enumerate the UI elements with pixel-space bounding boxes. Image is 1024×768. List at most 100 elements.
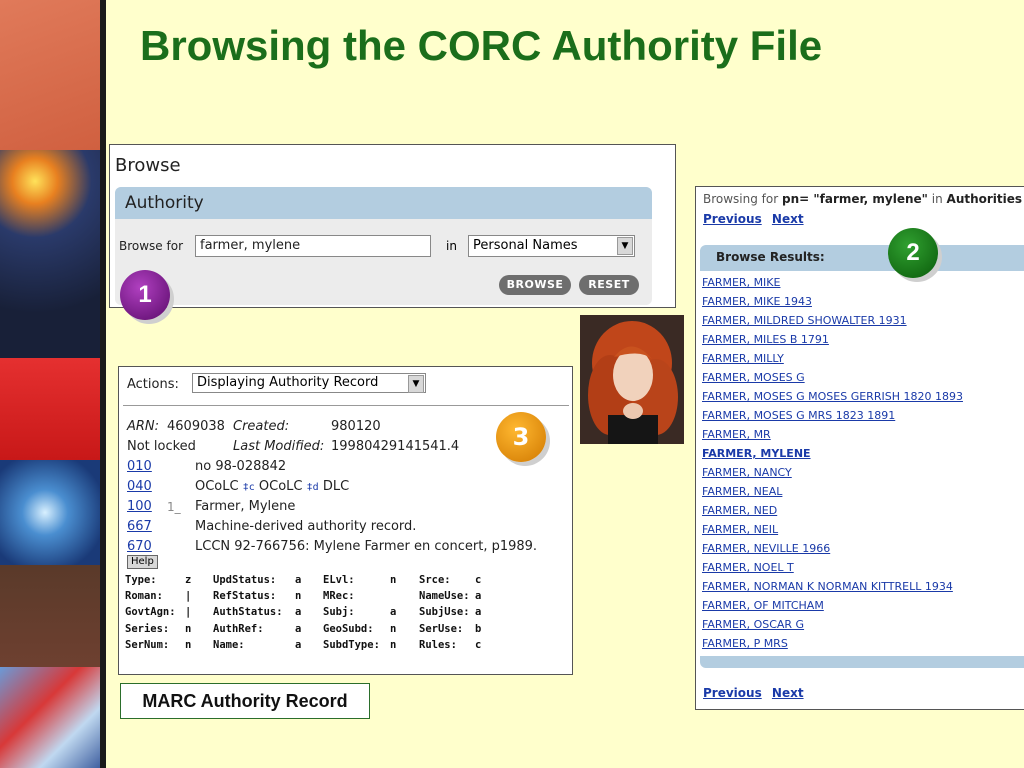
result-link[interactable]: FARMER, NANCY bbox=[702, 466, 963, 485]
fixed-field-value: | bbox=[185, 590, 192, 603]
fixed-field-label: Series: bbox=[125, 622, 170, 635]
browse-panel: Browse Authority Browse for farmer, myle… bbox=[109, 144, 676, 308]
result-link[interactable]: FARMER, NEIL bbox=[702, 523, 963, 542]
last-modified-label: Last Modified: bbox=[233, 439, 325, 454]
result-link[interactable]: FARMER, OF MITCHAM bbox=[702, 599, 963, 618]
browse-button[interactable]: BROWSE bbox=[499, 275, 571, 295]
fixed-field-value: a bbox=[295, 606, 302, 619]
fixed-field-label: Type: bbox=[125, 574, 157, 586]
actions-select[interactable]: Displaying Authority Record ▼ bbox=[192, 373, 426, 393]
browse-for-label: Browse for bbox=[119, 239, 184, 253]
fixed-field-label: GovtAgn: bbox=[125, 606, 176, 619]
browsing-for-label: Browsing for bbox=[703, 192, 779, 206]
results-nav-bottom: Previous Next bbox=[703, 686, 810, 700]
fixed-field-value: b bbox=[475, 622, 482, 635]
result-link[interactable]: FARMER, NORMAN K NORMAN KITTRELL 1934 bbox=[702, 580, 963, 599]
chevron-down-icon[interactable]: ▼ bbox=[408, 375, 424, 393]
subfield-c: OCoLC bbox=[258, 479, 303, 494]
authority-record-panel: Actions: Displaying Authority Record ▼ A… bbox=[118, 366, 573, 675]
lock-status: Not locked bbox=[127, 439, 196, 454]
result-link[interactable]: FARMER, MYLENE bbox=[702, 447, 963, 466]
fixed-field-label: Roman: bbox=[125, 590, 163, 603]
field-tag-link[interactable]: 667 bbox=[127, 517, 152, 537]
field-indicators: 1_ bbox=[167, 500, 181, 514]
fixed-field-value: n bbox=[295, 590, 302, 603]
fixed-field-value: c bbox=[475, 574, 482, 586]
actions-label: Actions: bbox=[127, 377, 179, 392]
fixed-field-label: SubjUse: bbox=[419, 606, 470, 619]
result-link[interactable]: FARMER, NED bbox=[702, 504, 963, 523]
result-link[interactable]: FARMER, MILDRED SHOWALTER 1931 bbox=[702, 314, 963, 333]
created-value: 980120 bbox=[331, 419, 381, 434]
fixed-field-value: a bbox=[295, 574, 302, 586]
field-value: Farmer, Mylene bbox=[195, 499, 296, 514]
result-link[interactable]: FARMER, MIKE 1943 bbox=[702, 295, 963, 314]
fixed-field-label: RefStatus: bbox=[213, 590, 277, 603]
fixed-field-value: a bbox=[295, 638, 302, 651]
chevron-down-icon[interactable]: ▼ bbox=[617, 237, 633, 255]
fixed-field-label: Subj: bbox=[323, 606, 355, 619]
result-link[interactable]: FARMER, NEAL bbox=[702, 485, 963, 504]
next-link[interactable]: Next bbox=[772, 686, 804, 700]
browse-for-input[interactable]: farmer, mylene bbox=[195, 235, 431, 257]
result-link[interactable]: FARMER, MIKE bbox=[702, 276, 963, 295]
fixed-field-value: a bbox=[390, 606, 397, 619]
fixed-field-label: SubdType: bbox=[323, 638, 380, 651]
result-link[interactable]: FARMER, MILLY bbox=[702, 352, 963, 371]
portrait-photo bbox=[580, 315, 684, 444]
fixed-field-value: | bbox=[185, 606, 192, 619]
fixed-field-value: a bbox=[475, 590, 482, 603]
result-link[interactable]: FARMER, MILES B 1791 bbox=[702, 333, 963, 352]
created-label: Created: bbox=[233, 419, 290, 434]
field-tag-link[interactable]: 040 bbox=[127, 477, 152, 497]
slide-title: Browsing the CORC Authority File bbox=[140, 22, 823, 69]
results-nav-top: Previous Next bbox=[703, 212, 810, 226]
field-value: Machine-derived authority record. bbox=[195, 519, 417, 534]
field-tag-link[interactable]: 670 bbox=[127, 537, 152, 557]
fixed-field-label: AuthStatus: bbox=[213, 606, 283, 619]
fixed-field-label: SerUse: bbox=[419, 622, 464, 635]
fixed-field-label: Name: bbox=[213, 638, 245, 651]
result-link[interactable]: FARMER, MR bbox=[702, 428, 963, 447]
result-link[interactable]: FARMER, MOSES G MRS 1823 1891 bbox=[702, 409, 963, 428]
next-link[interactable]: Next bbox=[772, 212, 804, 226]
strip-divider bbox=[100, 0, 106, 768]
result-link[interactable]: FARMER, NEVILLE 1966 bbox=[702, 542, 963, 561]
browse-query-expression: pn= "farmer, mylene" bbox=[782, 192, 928, 206]
browse-results-header: Browse Results: bbox=[700, 245, 1024, 271]
fixed-field-value: n bbox=[390, 638, 397, 651]
index-select-value: Personal Names bbox=[473, 238, 578, 253]
help-button[interactable]: Help bbox=[127, 555, 158, 569]
fixed-field-value: a bbox=[475, 606, 482, 619]
field-tag-link[interactable]: 010 bbox=[127, 457, 152, 477]
result-link[interactable]: FARMER, NOEL T bbox=[702, 561, 963, 580]
step-badge-3: 3 bbox=[496, 412, 546, 462]
result-link[interactable]: FARMER, MOSES G bbox=[702, 371, 963, 390]
browse-results-panel: Browsing for pn= "farmer, mylene" in Aut… bbox=[695, 186, 1024, 710]
in-label: in bbox=[931, 192, 943, 206]
result-link[interactable]: FARMER, P MRS bbox=[702, 637, 963, 656]
fixed-field-label: SerNum: bbox=[125, 638, 170, 651]
decorative-image-strip bbox=[0, 0, 100, 768]
last-modified-value: 19980429141541.4 bbox=[331, 439, 460, 454]
field-tag-link[interactable]: 100 bbox=[127, 497, 152, 517]
result-link[interactable]: FARMER, MOSES G MOSES GERRISH 1820 1893 bbox=[702, 390, 963, 409]
fixed-field-label: Rules: bbox=[419, 638, 457, 651]
actions-select-value: Displaying Authority Record bbox=[197, 375, 379, 390]
arn-value: 4609038 bbox=[167, 419, 225, 434]
results-footer-bar bbox=[700, 656, 1024, 668]
fixed-field-value: n bbox=[185, 622, 192, 635]
previous-link[interactable]: Previous bbox=[703, 686, 762, 700]
fixed-field-label: AuthRef: bbox=[213, 622, 264, 635]
browse-scope: Authorities bbox=[946, 192, 1023, 206]
browse-heading: Browse bbox=[115, 155, 181, 176]
fixed-field-value: n bbox=[185, 638, 192, 651]
reset-button[interactable]: RESET bbox=[579, 275, 639, 295]
fixed-field-label: GeoSubd: bbox=[323, 622, 374, 635]
browsing-for-line: Browsing for pn= "farmer, mylene" in Aut… bbox=[703, 192, 1022, 206]
result-link[interactable]: FARMER, OSCAR G bbox=[702, 618, 963, 637]
previous-link[interactable]: Previous bbox=[703, 212, 762, 226]
fixed-field-value: n bbox=[390, 622, 397, 635]
index-select[interactable]: Personal Names ▼ bbox=[468, 235, 635, 257]
subfield-a: OCoLC bbox=[195, 479, 239, 494]
